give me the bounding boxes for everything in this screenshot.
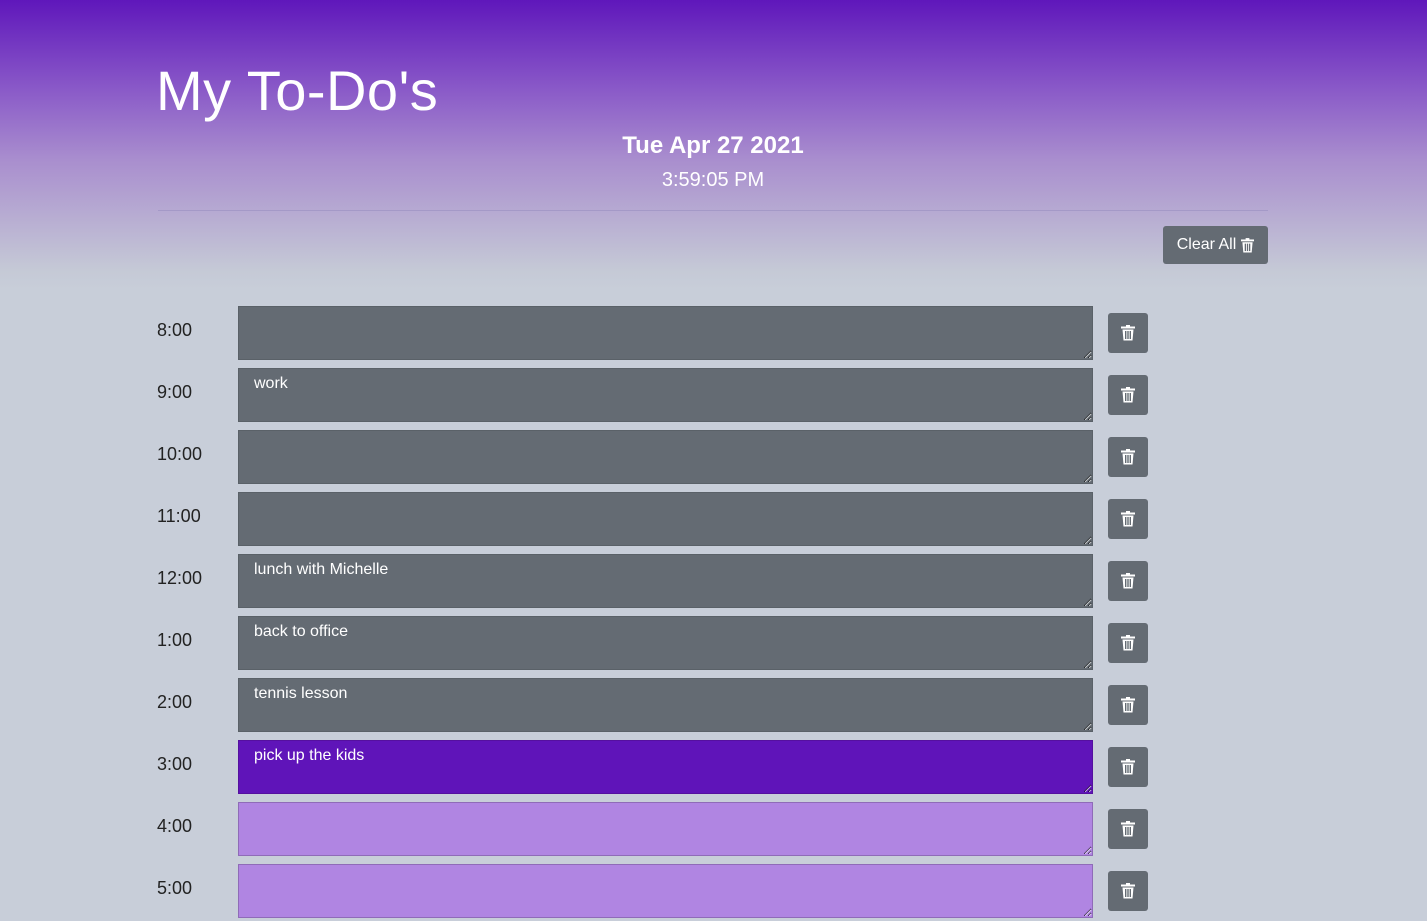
time-block-row: 11:00 [0,492,1427,546]
page-header: My To-Do's Tue Apr 27 2021 3:59:05 PM [156,0,1268,211]
time-block-row: 1:00 back to office [0,616,1427,670]
clear-all-label: Clear All [1176,236,1237,253]
trash-icon [1121,821,1135,837]
hour-label: 1:00 [157,630,193,650]
task-input[interactable] [238,492,1093,546]
delete-task-button[interactable] [1108,871,1148,911]
current-time: 3:59:05 PM [661,169,765,191]
delete-task-button[interactable] [1108,685,1148,725]
hour-label: 2:00 [157,692,193,712]
delete-task-button[interactable] [1108,313,1148,353]
delete-task-button[interactable] [1108,375,1148,415]
task-input[interactable] [238,864,1093,918]
hour-label: 5:00 [157,878,193,898]
task-input[interactable]: back to office [238,616,1093,670]
hour-label: 9:00 [157,382,193,402]
time-block-row: 8:00 [0,306,1427,360]
hour-label: 11:00 [157,506,201,526]
time-block-row: 10:00 [0,430,1427,484]
trash-icon [1121,759,1135,775]
hour-label: 4:00 [157,816,193,836]
time-block-row: 2:00 tennis lesson [0,678,1427,732]
hour-label: 10:00 [157,444,203,464]
time-block-row: 5:00 [0,864,1427,918]
task-input[interactable]: work [238,368,1093,422]
clear-all-button[interactable]: Clear All [1163,226,1268,264]
trash-icon [1121,387,1135,403]
trash-icon [1121,449,1135,465]
time-block-row: 4:00 [0,802,1427,856]
trash-icon [1121,573,1135,589]
trash-icon [1121,697,1135,713]
task-input[interactable]: pick up the kids [238,740,1093,794]
trash-icon [1121,883,1135,899]
time-block-row: 12:00 lunch with Michelle [0,554,1427,608]
time-block-row: 3:00 pick up the kids [0,740,1427,794]
delete-task-button[interactable] [1108,561,1148,601]
time-block-row: 9:00 work [0,368,1427,422]
task-input[interactable]: tennis lesson [238,678,1093,732]
current-date: Tue Apr 27 2021 [622,132,804,159]
trash-icon [1121,635,1135,651]
task-input[interactable] [238,802,1093,856]
trash-icon [1121,511,1135,527]
task-input[interactable] [238,430,1093,484]
hour-label: 12:00 [157,568,203,588]
task-input[interactable]: lunch with Michelle [238,554,1093,608]
hour-label: 3:00 [157,754,193,774]
trash-icon [1121,325,1135,341]
delete-task-button[interactable] [1108,809,1148,849]
hour-label: 8:00 [157,320,193,340]
trash-icon [1241,237,1255,253]
page-title: My To-Do's [156,59,439,122]
delete-task-button[interactable] [1108,499,1148,539]
task-input[interactable] [238,306,1093,360]
delete-task-button[interactable] [1108,623,1148,663]
delete-task-button[interactable] [1108,437,1148,477]
delete-task-button[interactable] [1108,747,1148,787]
